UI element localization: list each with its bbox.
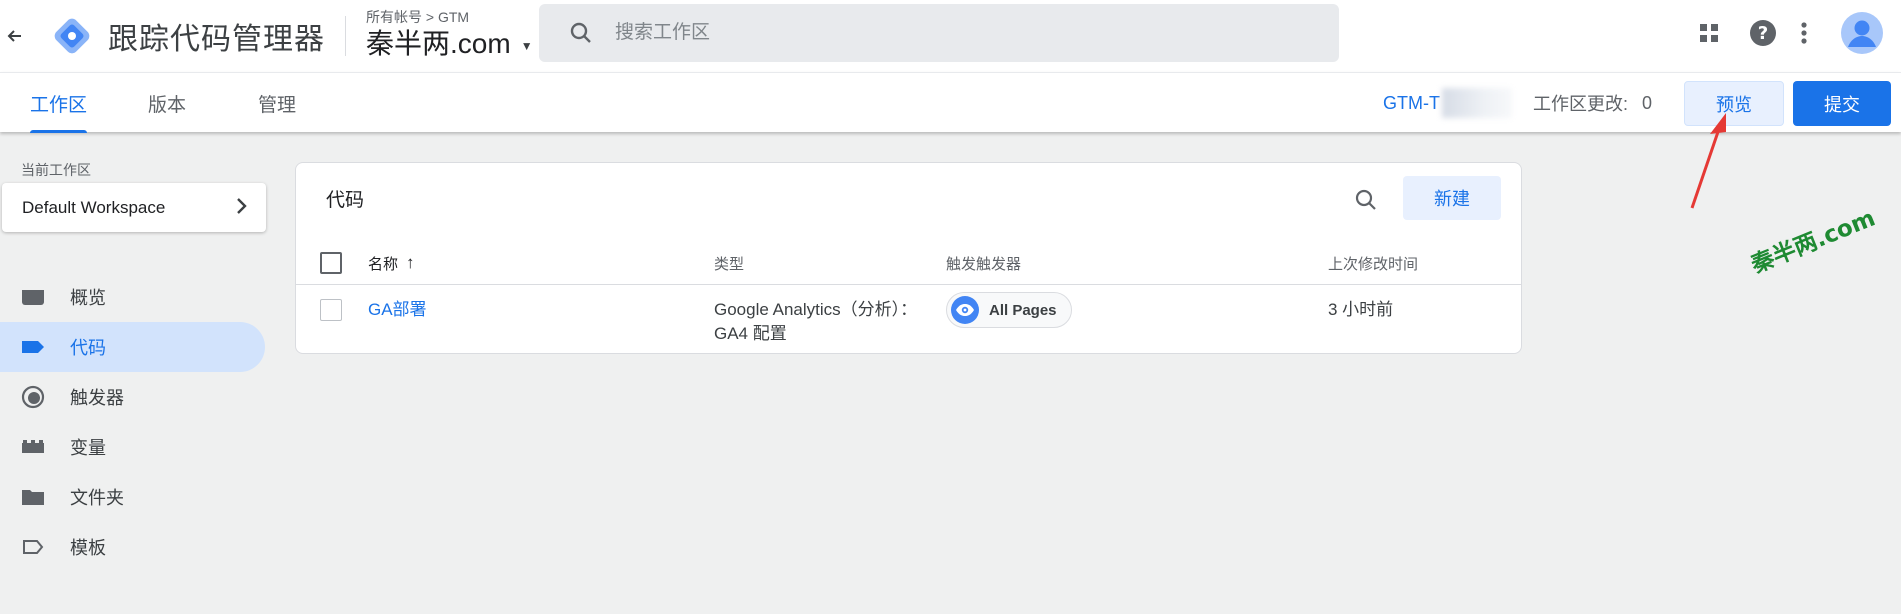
tag-type-line1: Google Analytics（分析）： — [714, 300, 918, 319]
current-workspace-label: 当前工作区 — [21, 162, 91, 178]
annotation-arrow-icon — [1690, 113, 1726, 209]
folder-icon — [21, 485, 45, 509]
tab-workspace-label: 工作区 — [30, 94, 88, 116]
row-checkbox[interactable] — [320, 299, 342, 321]
top-bar: 跟踪代码管理器 所有帐号 > GTM 秦半两.com ▼ ? — [0, 0, 1901, 72]
tab-admin-label: 管理 — [258, 94, 297, 116]
sidebar-item-variables[interactable]: 变量 — [0, 422, 265, 472]
overview-icon — [21, 285, 45, 309]
account-switcher[interactable]: 所有帐号 > GTM 秦半两.com ▼ — [366, 9, 533, 63]
sidebar-item-triggers[interactable]: 触发器 — [0, 372, 265, 422]
account-breadcrumb: 所有帐号 > GTM — [366, 9, 470, 25]
workspace-search[interactable] — [539, 4, 1339, 62]
tag-icon — [21, 335, 45, 359]
column-header-label: 名称 — [368, 255, 399, 273]
workspace-changes-label: 工作区更改: — [1533, 94, 1629, 114]
sort-arrow-up-icon: ↑ — [406, 253, 415, 272]
tag-modified-time: 3 小时前 — [1328, 300, 1394, 319]
sidebar-item-templates[interactable]: 模板 — [0, 522, 265, 572]
workspace-selector[interactable]: Default Workspace — [2, 183, 266, 232]
workspace-changes-count: 0 — [1642, 92, 1653, 113]
tab-workspace[interactable]: 工作区 — [30, 73, 88, 133]
new-tag-button[interactable]: 新建 — [1403, 176, 1501, 220]
help-icon[interactable]: ? — [1749, 19, 1777, 47]
column-header-name[interactable]: 名称 ↑ — [368, 241, 415, 285]
top-right-icons: ? — [1697, 0, 1901, 66]
tab-admin[interactable]: 管理 — [258, 73, 296, 133]
tags-card: 代码 新建 名称 ↑ 类型 触发触发器 上次修改时间 GA部署 Google A… — [295, 162, 1522, 354]
workspace-name: Default Workspace — [22, 197, 166, 217]
tags-card-title: 代码 — [326, 190, 365, 211]
more-vert-icon[interactable] — [1799, 21, 1809, 45]
container-name-label: 秦半两.com — [366, 28, 511, 59]
tag-type-line2: GA4 配置 — [714, 324, 787, 343]
search-input[interactable] — [615, 22, 1215, 44]
app-title: 跟踪代码管理器 — [108, 23, 325, 56]
sidebar-item-label: 变量 — [70, 438, 106, 458]
container-name[interactable]: 秦半两.com ▼ — [366, 25, 533, 63]
chevron-right-icon — [236, 195, 248, 221]
caret-down-icon[interactable]: ▼ — [521, 29, 533, 63]
header-divider — [345, 16, 346, 56]
trigger-chip[interactable]: All Pages — [946, 292, 1072, 328]
gtm-logo-icon — [50, 14, 94, 58]
tab-versions[interactable]: 版本 — [148, 73, 186, 133]
submit-button[interactable]: 提交 — [1793, 81, 1891, 126]
table-header: 名称 ↑ 类型 触发触发器 上次修改时间 — [296, 241, 1521, 285]
column-header-modified[interactable]: 上次修改时间 — [1328, 241, 1418, 285]
column-header-type[interactable]: 类型 — [714, 241, 744, 285]
watermark-text: 秦半两.com — [1747, 205, 1879, 279]
workspace-changes: 工作区更改: 0 — [1533, 73, 1652, 133]
sidebar-item-label: 文件夹 — [70, 488, 124, 508]
variable-icon — [21, 435, 45, 459]
sidebar-item-tags[interactable]: 代码 — [0, 322, 265, 372]
sidebar-item-label: 概览 — [70, 288, 106, 308]
eye-icon — [951, 296, 979, 324]
apps-grid-icon[interactable] — [1697, 21, 1721, 45]
select-all-checkbox[interactable] — [320, 252, 342, 274]
back-arrow-icon[interactable] — [2, 24, 26, 48]
tab-active-indicator — [30, 130, 88, 133]
search-icon — [569, 21, 593, 45]
sidebar-item-folders[interactable]: 文件夹 — [0, 472, 265, 522]
container-id[interactable]: GTM-T — [1383, 73, 1512, 133]
tag-type: Google Analytics（分析）： GA4 配置 — [714, 298, 917, 346]
trigger-chip-label: All Pages — [989, 301, 1057, 319]
sidebar-item-overview[interactable]: 概览 — [0, 272, 265, 322]
table-row[interactable]: GA部署 Google Analytics（分析）： GA4 配置 All Pa… — [296, 286, 1521, 354]
template-icon — [21, 535, 45, 559]
table-search-icon[interactable] — [1351, 185, 1381, 215]
sidebar-item-label: 模板 — [70, 538, 106, 558]
trigger-icon — [21, 385, 45, 409]
tab-versions-label: 版本 — [148, 94, 187, 116]
column-header-triggers[interactable]: 触发触发器 — [946, 241, 1021, 285]
container-id-label: GTM-T — [1383, 92, 1440, 113]
svg-text:?: ? — [1758, 23, 1768, 44]
sidebar-item-label: 触发器 — [70, 388, 124, 408]
sidebar-item-label: 代码 — [70, 338, 106, 358]
redacted-id-blur — [1441, 88, 1512, 118]
avatar[interactable] — [1841, 12, 1883, 54]
tabs-bar: 工作区 版本 管理 GTM-T 工作区更改: 0 预览 提交 — [0, 72, 1901, 133]
tag-name-link[interactable]: GA部署 — [368, 298, 427, 322]
